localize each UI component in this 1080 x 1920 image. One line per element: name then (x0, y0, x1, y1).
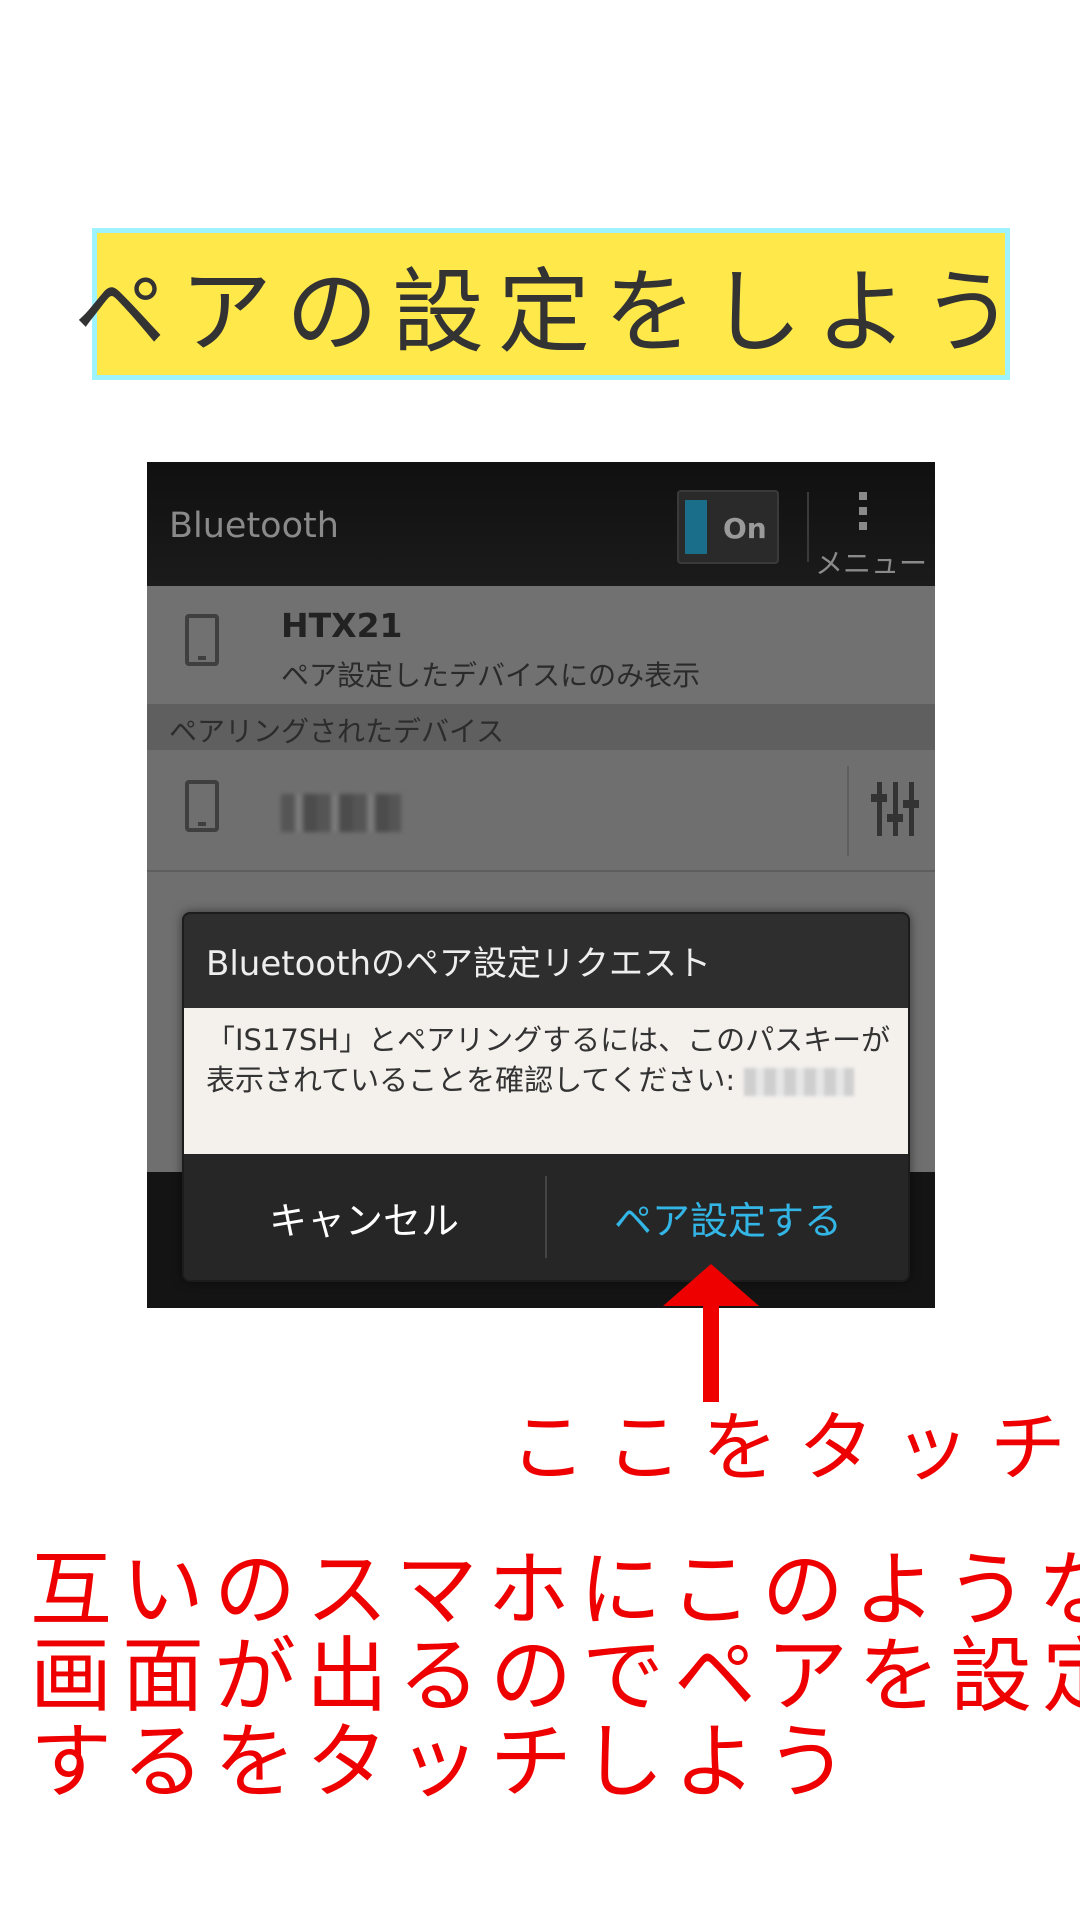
page-title: ペアの設定をしよう (74, 258, 1029, 366)
toggle-label: On (723, 512, 767, 545)
device-name: HTX21 (281, 606, 403, 645)
touch-here-label: ここをタッチ (510, 1403, 1080, 1492)
blurred-passkey (744, 1068, 855, 1096)
dialog-body: 「IS17SH」とペアリングするには、このパスキーが表示されていることを確認して… (184, 1008, 908, 1154)
this-device-row[interactable]: HTX21 ペア設定したデバイスにのみ表示 (147, 586, 935, 704)
bluetooth-header: Bluetooth On メニュー (147, 462, 935, 586)
cancel-button[interactable]: キャンセル (184, 1154, 544, 1280)
pair-button[interactable]: ペア設定する (548, 1154, 908, 1280)
phone-screenshot: Bluetooth On メニュー HTX21 ペア設定したデバイスにのみ表示 … (147, 462, 935, 1308)
paired-section-header: ペアリングされたデバイス (147, 704, 935, 750)
menu-label[interactable]: メニュー (815, 542, 927, 582)
header-divider (807, 492, 809, 562)
dialog-message: 「IS17SH」とペアリングするには、このパスキーが表示されていることを確認して… (206, 1020, 896, 1100)
toggle-knob (685, 500, 707, 554)
bluetooth-toggle[interactable]: On (677, 490, 779, 564)
overflow-menu-icon[interactable] (859, 492, 867, 536)
instruction-text: 互いのスマホにこのような 画面が出るのでペアを設定 するをタッチしよう (30, 1548, 1080, 1806)
instruction-line: 画面が出るのでペアを設定 (30, 1629, 1080, 1724)
instruction-line: するをタッチしよう (30, 1715, 859, 1810)
bluetooth-title: Bluetooth (169, 506, 339, 546)
button-divider (545, 1176, 547, 1258)
device-visibility-subtitle: ペア設定したデバイスにのみ表示 (281, 659, 701, 692)
title-banner: ペアの設定をしよう (74, 228, 1014, 380)
paired-device-row[interactable] (147, 752, 935, 872)
paired-section-label: ペアリングされたデバイス (169, 715, 505, 748)
phone-icon (185, 780, 219, 832)
dialog-title: Bluetoothのペア設定リクエスト (206, 944, 712, 984)
phone-icon (185, 614, 219, 666)
blurred-device-name (281, 794, 401, 832)
row-divider (847, 766, 849, 856)
pairing-request-dialog: Bluetoothのペア設定リクエスト 「IS17SH」とペアリングするには、こ… (182, 912, 910, 1282)
device-settings-icon[interactable] (871, 782, 921, 836)
instruction-line: 互いのスマホにこのような (30, 1543, 1080, 1638)
dialog-buttons: キャンセル ペア設定する (184, 1154, 908, 1280)
arrow-up-icon (663, 1264, 759, 1402)
